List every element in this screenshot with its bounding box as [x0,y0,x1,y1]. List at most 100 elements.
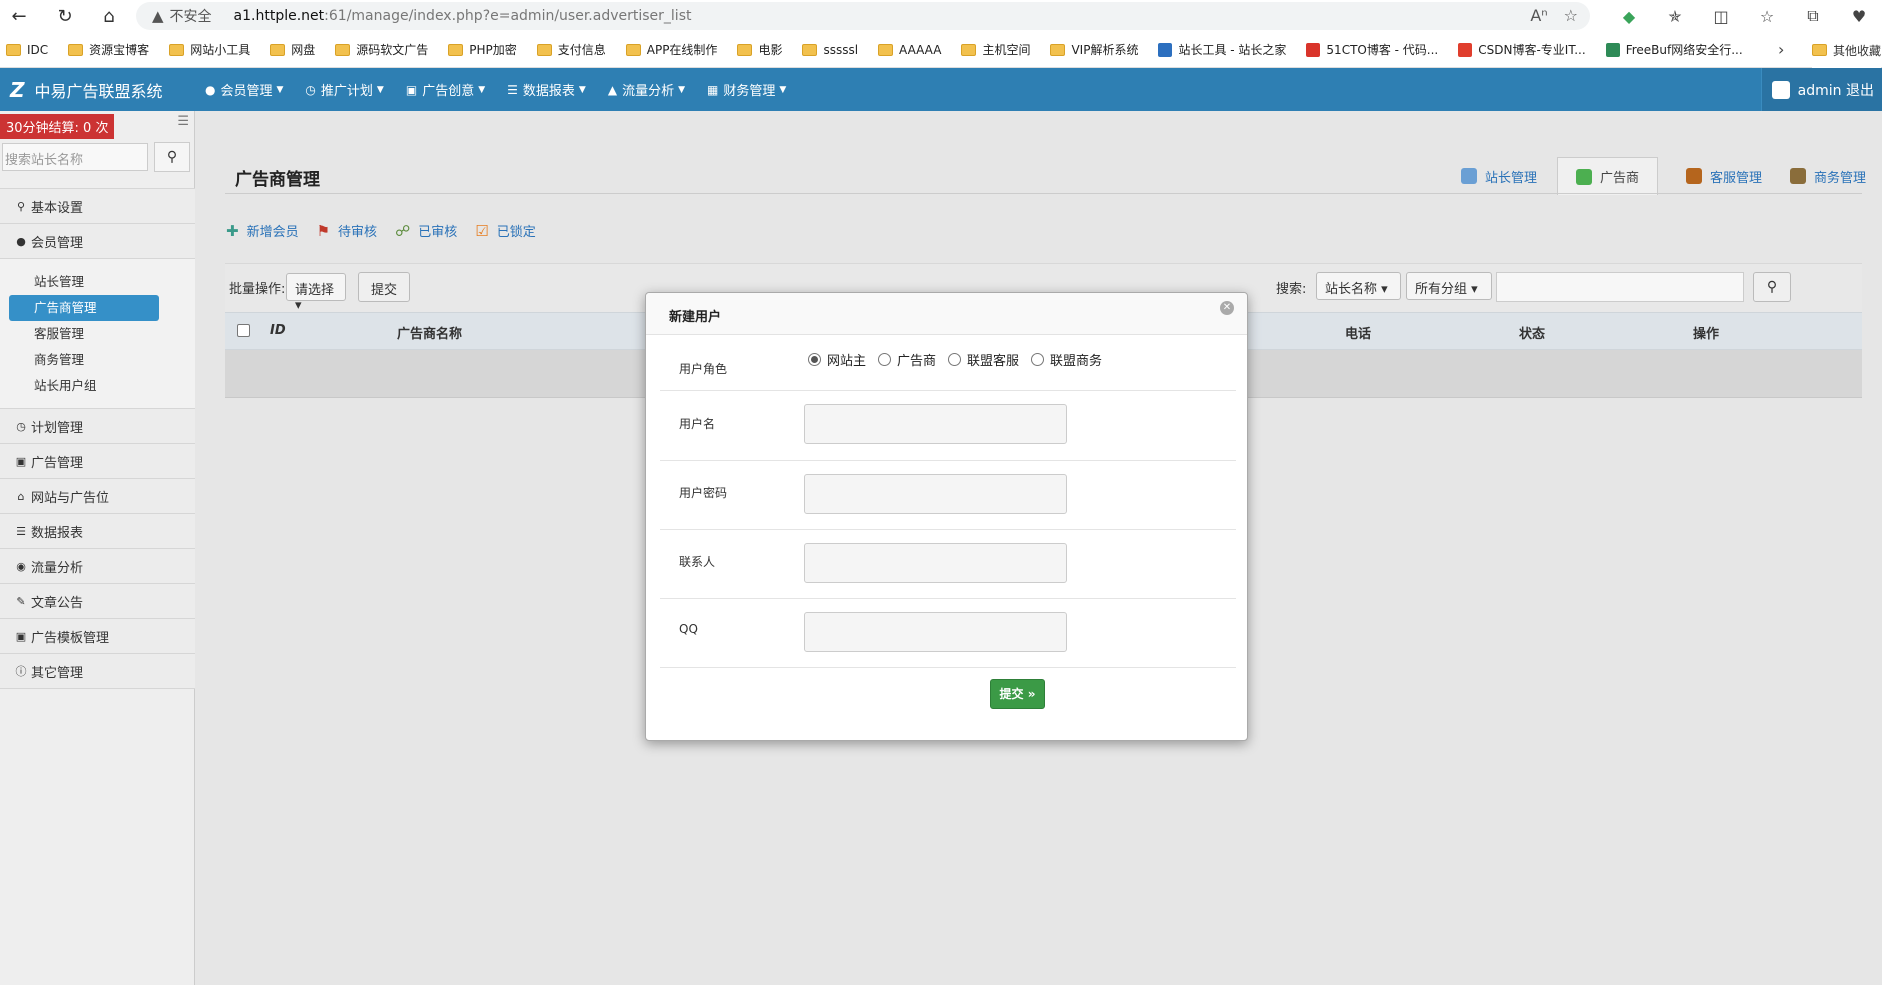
menu-plan[interactable]: ◷ 推广计划 ▼ [305,80,383,100]
password-field[interactable] [804,474,1067,514]
browser-essentials-icon[interactable]: ♥ [1836,7,1882,26]
folder-icon [625,43,641,56]
sidebar-section-6[interactable]: ◉ 流量分析 [0,548,195,584]
column-actions: 操作 [1693,327,1720,342]
browser-address-bar: ← ↻ ⌂ ▲ 不安全 a1.httple.net:61/manage/inde… [0,0,1882,32]
batch-select[interactable]: 请选择 ▾ [286,273,346,313]
tab-webmaster[interactable]: 站长管理 [1460,157,1537,195]
menu-creative[interactable]: ▣ 广告创意 ▼ [406,80,485,100]
bookmark-item[interactable]: 支付信息 [536,41,606,58]
collections-icon[interactable]: ⧉ [1790,6,1836,26]
bookmark-item[interactable]: 主机空间 [961,41,1030,58]
folder-icon [961,43,977,56]
username-field[interactable] [804,404,1067,444]
bookmark-item[interactable]: 51CTO博客 - 代码... [1306,41,1438,58]
bookmark-item[interactable]: 电影 [737,41,782,58]
sidebar-section-2[interactable]: ◷ 计划管理 [0,408,195,444]
search-group-select[interactable]: 所有分组 ▾ [1406,272,1492,300]
bookmark-item[interactable]: CSDN博客-专业IT... [1458,41,1586,58]
tab-label: 广告商 [1599,171,1639,186]
submit-button[interactable]: 提交 » [990,679,1045,709]
sidebar-item[interactable]: 站长用户组 [9,373,159,399]
sidebar-section-3[interactable]: ▣ 广告管理 [0,443,195,479]
menu-traffic[interactable]: ▲ 流量分析 ▼ [608,80,685,100]
bookmark-item[interactable]: IDC [6,43,48,57]
sidebar-section-1[interactable]: ● 会员管理 [0,223,195,259]
qq-field[interactable] [804,612,1067,652]
approved-button[interactable]: ☍ 已审核 [395,221,457,241]
bookmark-item[interactable]: APP在线制作 [625,41,717,58]
close-icon[interactable]: ✕ [1220,301,1234,315]
menu-label: 财务管理 [723,84,776,99]
user-logout[interactable]: admin 退出 [1760,68,1882,111]
search-input[interactable] [1496,272,1744,302]
bookmark-item[interactable]: 站长工具 - 站长之家 [1158,41,1286,58]
bookmark-item[interactable]: sssssl [802,43,858,57]
extensions-icon[interactable]: ✯ [1652,7,1698,26]
sidebar-section-5[interactable]: ☰ 数据报表 [0,513,195,549]
search-icon[interactable]: ⚲ [1753,272,1791,302]
sidebar-section-label: 会员管理 [31,235,84,251]
home-icon[interactable]: ⌂ [93,0,125,32]
role-radio-webmaster[interactable] [808,353,821,366]
add-member-button[interactable]: ✚ 新增会员 [226,221,299,241]
role-radio-business[interactable] [1031,353,1045,366]
sidebar-toggle-icon[interactable]: ☰ [177,114,189,129]
shield-extension-icon[interactable]: ◆ [1606,7,1652,26]
sidebar-section-8[interactable]: ▣ 广告模板管理 [0,618,195,654]
folder-icon [6,43,21,56]
folder-icon [1050,43,1066,56]
contact-field[interactable] [804,543,1067,583]
new-user-modal: 新建用户 ✕ 用户角色 网站主 广告商 联盟客服 联盟商务 用户名 用户密码 联… [645,292,1248,741]
sidebar-section-4[interactable]: ⌂ 网站与广告位 [0,478,195,514]
bookmark-other-folder[interactable]: 其他收藏 [1812,32,1882,68]
folder-icon [68,43,84,56]
search-icon[interactable]: ⚲ [154,142,190,172]
favorites-icon[interactable]: ☆ [1744,7,1790,26]
role-radio-support[interactable] [948,353,962,366]
picture-icon: ▣ [15,629,27,643]
bookmark-item[interactable]: 资源宝博客 [68,41,149,58]
url-field[interactable]: ▲ 不安全 a1.httple.net:61/manage/index.php?… [136,2,1590,30]
bookmark-item[interactable]: AAAAA [878,43,941,57]
menu-member[interactable]: ● 会员管理 ▼ [205,80,283,100]
bookmark-item[interactable]: PHP加密 [448,41,517,58]
bookmark-item[interactable]: VIP解析系统 [1050,41,1138,58]
sidebar-search-input[interactable]: 搜索站长名称 [2,143,148,171]
unlock-icon: ☍ [395,221,411,240]
tab-business[interactable]: 商务管理 [1789,157,1866,195]
sidebar-item[interactable]: 站长管理 [9,269,159,295]
reload-icon[interactable]: ↻ [49,0,81,32]
lock-icon: ☑ [475,221,489,240]
bookmark-item[interactable]: 网盘 [270,41,315,58]
brand[interactable]: Z 中易广告联盟系统 [0,78,205,102]
sidebar-item[interactable]: 客服管理 [9,321,159,347]
eye-icon: ◉ [16,559,26,573]
tab-support[interactable]: 客服管理 [1685,157,1762,195]
contact-row: 联系人 [660,530,1236,599]
search-field-select[interactable]: 站长名称 ▾ [1316,272,1401,300]
favorite-star-icon[interactable]: ☆ [1564,6,1578,25]
action-label: 待审核 [338,225,378,240]
role-radio-advertiser[interactable] [878,353,892,366]
bookmark-item[interactable]: FreeBuf网络安全行... [1605,41,1743,58]
pending-review-button[interactable]: ⚑ 待审核 [317,221,378,241]
menu-reports[interactable]: ☰ 数据报表 ▼ [507,80,586,100]
sidebar-section-7[interactable]: ✎ 文章公告 [0,583,195,619]
locked-button[interactable]: ☑ 已锁定 [475,221,535,241]
batch-submit-button[interactable]: 提交 [358,272,411,302]
sidebar-section-0[interactable]: ⚲ 基本设置 [0,188,195,224]
bookmarks-more-icon[interactable]: › [1778,40,1784,59]
sidebar-section-9[interactable]: ⓘ 其它管理 [0,653,195,689]
read-aloud-icon[interactable]: Aⁿ [1530,6,1547,25]
split-screen-icon[interactable]: ◫ [1698,7,1744,26]
menu-finance[interactable]: ▦ 财务管理 ▼ [707,80,786,100]
tab-advertiser[interactable]: 广告商 [1556,157,1658,195]
bookmark-item[interactable]: 网站小工具 [169,41,250,58]
bookmark-item[interactable]: 源码软文广告 [335,41,428,58]
select-all-checkbox[interactable] [237,324,250,337]
back-icon[interactable]: ← [3,0,35,32]
sidebar-item[interactable]: 商务管理 [9,347,159,373]
sidebar-item[interactable]: 广告商管理 [9,295,159,321]
folder-icon [536,43,552,56]
